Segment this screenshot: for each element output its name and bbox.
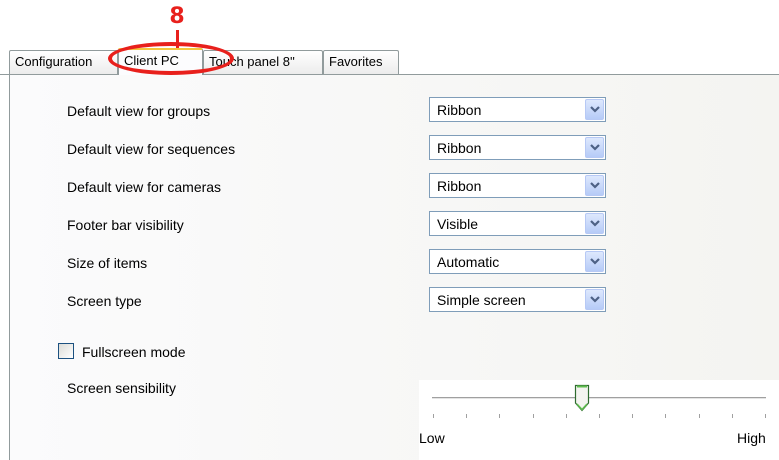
slider-tick xyxy=(765,414,766,418)
screen-sensibility-label: Screen sensibility xyxy=(67,380,176,396)
slider-tick xyxy=(532,414,534,418)
screen-type-select[interactable]: Simple screen xyxy=(429,287,606,312)
dropdown-button[interactable] xyxy=(585,137,604,158)
slider-min-label: Low xyxy=(419,430,445,446)
default-view-cameras-label: Default view for cameras xyxy=(67,179,222,195)
callout-number: 8 xyxy=(169,4,185,29)
slider-max-label: High xyxy=(737,430,766,446)
select-value: Ribbon xyxy=(437,140,482,156)
dropdown-button[interactable] xyxy=(585,213,604,234)
select-value: Ribbon xyxy=(437,102,482,118)
select-value: Visible xyxy=(437,216,478,232)
size-of-items-label: Size of items xyxy=(67,255,148,271)
chevron-down-icon xyxy=(590,106,600,113)
slider-tick xyxy=(632,414,634,418)
default-view-sequences-select[interactable]: Ribbon xyxy=(429,135,606,160)
slider-track[interactable] xyxy=(432,397,766,400)
dropdown-button[interactable] xyxy=(585,99,604,120)
tab-favorites[interactable]: Favorites xyxy=(323,50,399,74)
callout-highlight-oval xyxy=(108,42,234,75)
tab-label: Configuration xyxy=(15,54,93,69)
slider-tick xyxy=(599,414,600,418)
slider-tick xyxy=(466,414,468,418)
fullscreen-mode-checkbox[interactable] xyxy=(58,343,74,359)
slider-tick xyxy=(433,414,434,418)
chevron-down-icon xyxy=(590,296,600,303)
select-value: Simple screen xyxy=(437,292,526,308)
slider-tick xyxy=(665,414,667,418)
dropdown-button[interactable] xyxy=(585,289,604,310)
fullscreen-mode-label: Fullscreen mode xyxy=(82,344,186,360)
slider-thumb[interactable] xyxy=(574,384,590,412)
select-value: Ribbon xyxy=(437,178,482,194)
screen-type-label: Screen type xyxy=(67,293,142,309)
screen-sensibility-slider[interactable]: Low High xyxy=(419,380,779,460)
dropdown-button[interactable] xyxy=(585,251,604,272)
default-view-cameras-select[interactable]: Ribbon xyxy=(429,173,606,198)
tab-configuration[interactable]: Configuration xyxy=(9,50,118,74)
chevron-down-icon xyxy=(590,220,600,227)
default-view-groups-label: Default view for groups xyxy=(67,103,211,119)
default-view-groups-select[interactable]: Ribbon xyxy=(429,97,606,122)
size-of-items-select[interactable]: Automatic xyxy=(429,249,606,274)
slider-tick xyxy=(731,414,733,418)
select-value: Automatic xyxy=(437,254,500,270)
chevron-down-icon xyxy=(590,182,600,189)
footer-bar-visibility-select[interactable]: Visible xyxy=(429,211,606,236)
footer-bar-visibility-label: Footer bar visibility xyxy=(67,217,184,233)
chevron-down-icon xyxy=(590,144,600,151)
slider-tick xyxy=(698,414,700,418)
chevron-down-icon xyxy=(590,258,600,265)
default-view-sequences-label: Default view for sequences xyxy=(67,141,236,157)
slider-tick xyxy=(499,414,501,418)
dropdown-button[interactable] xyxy=(585,175,604,196)
slider-tick xyxy=(565,414,567,418)
tab-label: Favorites xyxy=(329,54,383,69)
